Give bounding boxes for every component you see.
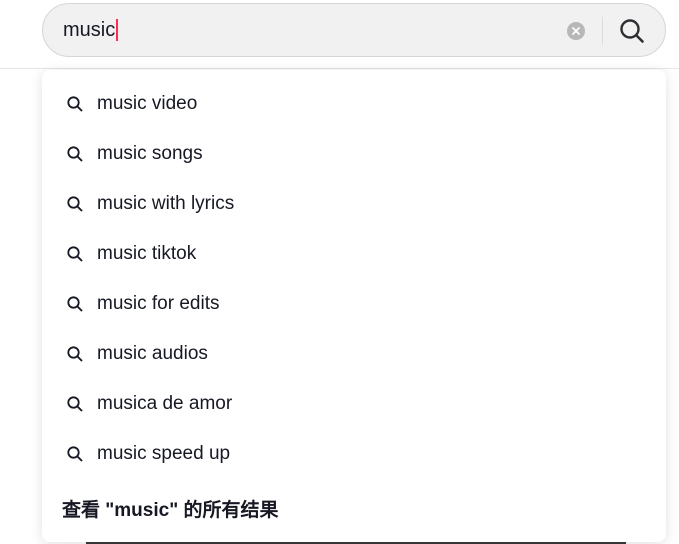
text-caret — [116, 19, 119, 41]
suggestion-label: music speed up — [97, 443, 231, 464]
search-button-divider — [602, 17, 603, 45]
suggestion-label: music video — [97, 93, 198, 114]
search-icon — [67, 346, 83, 362]
suggestion-item[interactable]: music with lyrics — [42, 179, 666, 229]
suggestion-item[interactable]: music tiktok — [42, 229, 666, 279]
view-all-results-link[interactable]: 查看 "music" 的所有结果 — [62, 497, 279, 525]
suggestion-label: music tiktok — [97, 243, 197, 264]
clear-x-icon — [572, 27, 580, 35]
search-input[interactable]: music — [63, 4, 119, 56]
search-suggestions-dropdown: music video music songs music with lyric… — [42, 70, 666, 542]
search-icon — [67, 246, 83, 262]
suggestion-label: music for edits — [97, 293, 220, 314]
suggestion-item[interactable]: music songs — [42, 129, 666, 179]
suggestion-item[interactable]: music video — [42, 79, 666, 129]
suggestion-label: musica de amor — [97, 393, 233, 414]
search-icon — [67, 196, 83, 212]
suggestion-item[interactable]: music speed up — [42, 429, 666, 479]
search-query-text: music — [63, 19, 116, 41]
suggestion-label: music audios — [97, 343, 208, 364]
suggestion-item[interactable]: musica de amor — [42, 379, 666, 429]
search-icon — [67, 296, 83, 312]
search-icon — [67, 396, 83, 412]
search-icon — [620, 19, 644, 43]
clear-search-button[interactable] — [567, 22, 585, 40]
search-bar[interactable]: music — [42, 3, 666, 57]
search-submit-button[interactable] — [611, 11, 653, 51]
suggestion-label: music songs — [97, 143, 203, 164]
search-icon — [67, 446, 83, 462]
header-divider — [0, 68, 679, 69]
suggestion-label: music with lyrics — [97, 193, 235, 214]
suggestion-item[interactable]: music for edits — [42, 279, 666, 329]
search-icon — [67, 146, 83, 162]
search-icon — [67, 96, 83, 112]
suggestion-item[interactable]: music audios — [42, 329, 666, 379]
